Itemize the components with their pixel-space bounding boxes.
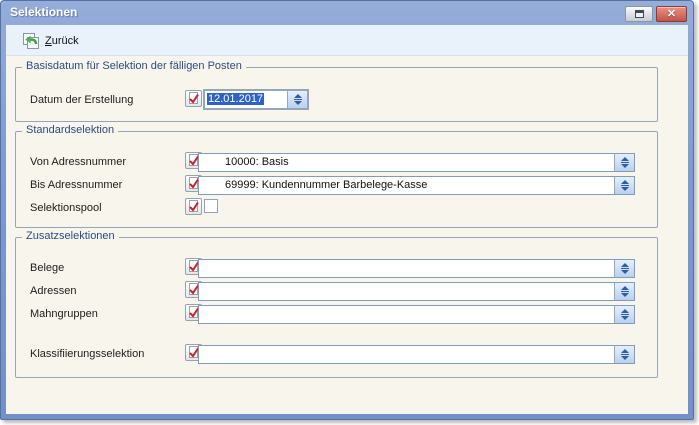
dialog-window: Selektionen ✕ Zurück Basis: [0, 0, 694, 420]
spinner-up-icon: [621, 263, 629, 267]
restore-icon: [635, 10, 644, 18]
spinner-down-icon: [621, 164, 629, 168]
back-button-label: Zurück: [45, 35, 79, 47]
spinner-down-icon: [621, 356, 629, 360]
group-basisdatum-legend: Basisdatum für Selektion der fälligen Po…: [22, 60, 246, 72]
mahngruppen-field[interactable]: [198, 305, 635, 324]
window-title: Selektionen: [10, 5, 77, 19]
spinner-up-icon: [621, 349, 629, 353]
adressen-value: [199, 283, 614, 300]
spinner-down-icon: [621, 293, 629, 297]
spinner-down-icon: [294, 101, 302, 105]
titlebar[interactable]: Selektionen ✕: [1, 1, 693, 25]
date-spinner[interactable]: [287, 91, 307, 108]
field-spinner[interactable]: [614, 154, 634, 171]
date-input[interactable]: 12.01.2017: [203, 89, 309, 110]
label-belege: Belege: [30, 262, 64, 274]
spinner-divider: [621, 314, 629, 315]
label-selektionspool: Selektionspool: [30, 202, 102, 214]
spinner-divider: [294, 99, 302, 100]
field-spinner[interactable]: [614, 306, 634, 323]
label-adressen: Adressen: [30, 285, 76, 297]
von-adressnummer-field[interactable]: 10000: Basis: [198, 153, 635, 172]
selection-toggle-button[interactable]: [185, 198, 202, 215]
toolbar: Zurück: [6, 25, 688, 56]
field-spinner[interactable]: [614, 177, 634, 194]
label-klassifiierungsselektion: Klassifiierungsselektion: [30, 348, 144, 360]
back-icon: [22, 32, 40, 50]
adressen-field[interactable]: [198, 282, 635, 301]
field-spinner[interactable]: [614, 283, 634, 300]
spinner-down-icon: [621, 270, 629, 274]
klassifiierungsselektion-value: [199, 346, 614, 363]
spinner-divider: [621, 291, 629, 292]
spinner-divider: [621, 268, 629, 269]
back-button[interactable]: Zurück: [17, 29, 84, 53]
spinner-down-icon: [621, 187, 629, 191]
restore-window-button[interactable]: [625, 6, 653, 22]
spinner-divider: [621, 185, 629, 186]
close-icon: ✕: [667, 9, 676, 20]
red-checkmark-icon: [187, 200, 200, 213]
group-basisdatum: Basisdatum für Selektion der fälligen Po…: [15, 67, 658, 122]
klassifiierungsselektion-field[interactable]: [198, 345, 635, 364]
selection-toggle-button[interactable]: [185, 90, 202, 107]
bis-adressnummer-field[interactable]: 69999: Kundennummer Barbelege-Kasse: [198, 176, 635, 195]
mahngruppen-value: [199, 306, 614, 323]
label-mahngruppen: Mahngruppen: [30, 308, 98, 320]
window-controls: ✕: [625, 6, 687, 22]
label-bis-adressnummer: Bis Adressnummer: [30, 179, 122, 191]
group-zusatzselektionen: Zusatzselektionen Belege Adressen: [15, 237, 658, 378]
spinner-down-icon: [621, 316, 629, 320]
label-von-adressnummer: Von Adressnummer: [30, 156, 126, 168]
spinner-up-icon: [294, 94, 302, 98]
group-standardselektion-legend: Standardselektion: [22, 124, 118, 136]
group-zusatzselektionen-legend: Zusatzselektionen: [22, 230, 119, 242]
spinner-up-icon: [621, 309, 629, 313]
field-spinner[interactable]: [614, 260, 634, 277]
red-checkmark-icon: [187, 92, 200, 105]
spinner-up-icon: [621, 157, 629, 161]
belege-value: [199, 260, 614, 277]
spinner-divider: [621, 162, 629, 163]
spinner-up-icon: [621, 180, 629, 184]
spinner-up-icon: [621, 286, 629, 290]
date-value: 12.01.2017: [205, 91, 287, 108]
selektionspool-checkbox[interactable]: [204, 199, 218, 213]
dialog-client-area: Zurück Basisdatum für Selektion der fäll…: [6, 25, 688, 414]
von-adressnummer-value: 10000: Basis: [199, 154, 614, 171]
label-datum-der-erstellung: Datum der Erstellung: [30, 94, 133, 106]
bis-adressnummer-value: 69999: Kundennummer Barbelege-Kasse: [199, 177, 614, 194]
close-window-button[interactable]: ✕: [656, 6, 687, 22]
group-standardselektion: Standardselektion Von Adressnummer 10000…: [15, 131, 658, 228]
field-spinner[interactable]: [614, 346, 634, 363]
belege-field[interactable]: [198, 259, 635, 278]
spinner-divider: [621, 354, 629, 355]
